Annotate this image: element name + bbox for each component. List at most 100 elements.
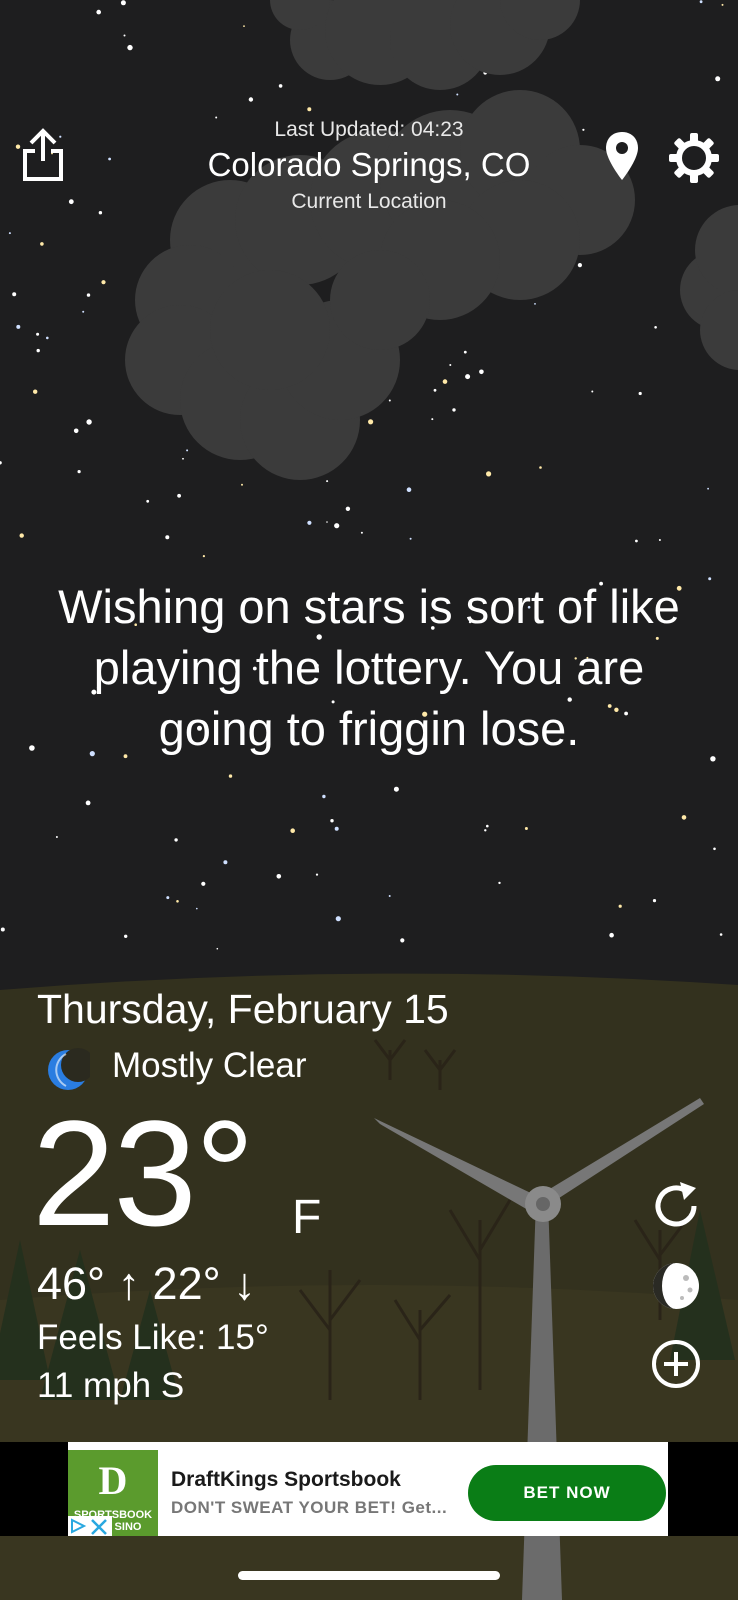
- star: [431, 418, 434, 421]
- star: [539, 466, 542, 469]
- star: [124, 934, 128, 938]
- location-subtitle: Current Location: [291, 190, 447, 213]
- refresh-button[interactable]: [648, 1178, 704, 1234]
- star: [577, 263, 583, 268]
- star: [465, 374, 471, 380]
- location-button[interactable]: [600, 128, 644, 184]
- ad-banner[interactable]: D SPORTSBOOK SINO DraftKings Sportsbook …: [68, 1442, 668, 1536]
- star: [36, 332, 40, 336]
- star: [721, 3, 724, 6]
- star: [681, 815, 687, 820]
- star: [86, 293, 91, 297]
- star: [652, 899, 657, 903]
- star: [452, 408, 456, 412]
- star: [29, 745, 35, 751]
- star: [326, 521, 328, 523]
- star: [182, 457, 184, 460]
- star: [307, 107, 312, 112]
- night-scene-background: [0, 0, 738, 1600]
- star: [534, 303, 536, 305]
- star: [201, 881, 206, 886]
- ad-title[interactable]: DraftKings Sportsbook: [171, 1468, 401, 1492]
- star: [409, 537, 412, 540]
- feels-like-label: Feels Like: 15°: [37, 1318, 269, 1357]
- star: [278, 84, 283, 88]
- add-circle-icon: [652, 1340, 700, 1388]
- map-pin-icon: [606, 132, 638, 180]
- star: [174, 838, 178, 842]
- star: [33, 389, 38, 394]
- star: [96, 9, 101, 15]
- star: [86, 419, 92, 425]
- star: [165, 535, 170, 540]
- svg-text:SINO: SINO: [115, 1521, 142, 1533]
- star: [715, 76, 721, 82]
- crescent-moon-icon: [48, 1048, 95, 1090]
- quote-text: Wishing on stars is sort of like playing…: [58, 580, 680, 755]
- star: [449, 364, 452, 366]
- svg-text:D: D: [99, 1458, 128, 1503]
- star: [456, 93, 459, 96]
- star: [276, 874, 282, 879]
- star: [46, 336, 49, 340]
- star: [463, 350, 467, 354]
- ad-description[interactable]: DON'T SWEAT YOUR BET! Get...: [171, 1498, 447, 1518]
- star: [16, 324, 21, 329]
- star: [368, 419, 374, 425]
- star: [479, 369, 484, 375]
- ad-logo[interactable]: D SPORTSBOOK SINO: [68, 1450, 158, 1536]
- star: [618, 904, 622, 908]
- star: [699, 0, 703, 4]
- star: [400, 938, 405, 943]
- star: [8, 232, 11, 235]
- star: [388, 399, 391, 402]
- star: [120, 0, 126, 6]
- star: [524, 827, 528, 830]
- star: [307, 520, 312, 525]
- star: [486, 471, 492, 477]
- star: [393, 786, 399, 792]
- star: [216, 947, 219, 950]
- temperature-unit[interactable]: F: [292, 1190, 321, 1245]
- star: [166, 896, 170, 900]
- star: [360, 531, 363, 534]
- add-location-button[interactable]: [648, 1336, 704, 1392]
- star: [388, 895, 391, 897]
- star: [638, 391, 642, 396]
- settings-button[interactable]: [666, 130, 722, 186]
- temperature-value: 23°: [32, 1089, 255, 1257]
- star: [406, 487, 412, 493]
- star: [433, 388, 437, 392]
- home-indicator[interactable]: [238, 1571, 500, 1580]
- star: [82, 310, 85, 313]
- star: [498, 881, 501, 885]
- star: [658, 539, 661, 541]
- star: [85, 800, 91, 806]
- star: [290, 828, 296, 833]
- draftkings-logo-icon: D SPORTSBOOK SINO: [68, 1458, 152, 1536]
- star: [322, 794, 326, 799]
- star: [0, 927, 5, 932]
- star: [719, 933, 723, 936]
- star: [442, 379, 448, 384]
- ad-cta-button[interactable]: BET NOW: [468, 1465, 666, 1521]
- refresh-icon: [655, 1182, 697, 1227]
- star: [12, 292, 17, 297]
- star: [196, 907, 198, 910]
- star: [19, 533, 24, 538]
- star: [55, 836, 58, 838]
- star: [248, 97, 254, 102]
- star: [202, 555, 205, 558]
- star: [241, 483, 243, 486]
- star: [223, 860, 228, 865]
- star: [36, 348, 40, 353]
- star: [707, 487, 709, 490]
- star: [334, 826, 339, 831]
- star: [123, 34, 126, 37]
- star: [484, 829, 487, 832]
- star: [334, 523, 340, 529]
- star: [77, 470, 81, 474]
- star: [654, 326, 657, 329]
- condition-label: Mostly Clear: [112, 1046, 307, 1085]
- moon-phase-button[interactable]: [648, 1258, 704, 1314]
